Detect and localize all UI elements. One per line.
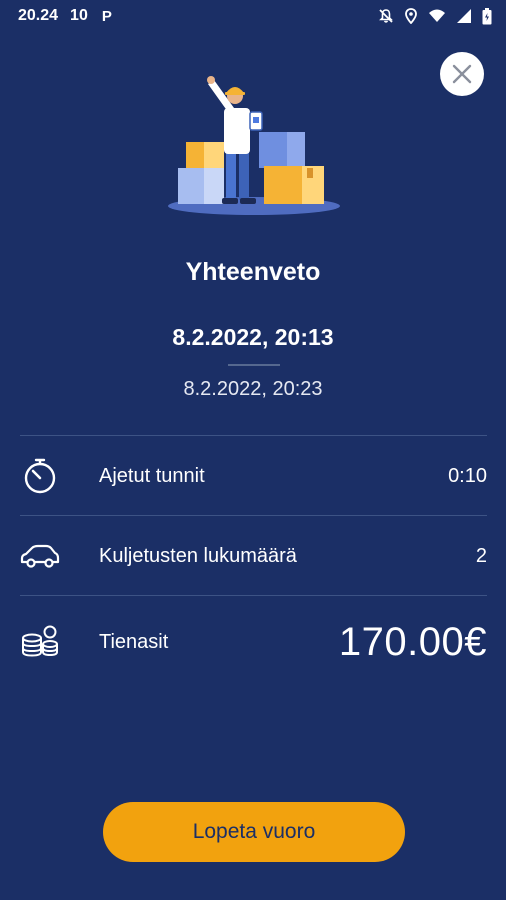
close-button[interactable] (440, 52, 484, 96)
worker-boxes-illustration (164, 68, 344, 218)
time-divider (228, 364, 280, 366)
earnings-label: Tienasit (99, 630, 169, 653)
hours-driven-label: Ajetut tunnit (99, 464, 205, 487)
divider (20, 515, 487, 516)
delivery-count-label: Kuljetusten lukumäärä (99, 544, 297, 567)
location-icon (404, 8, 418, 24)
stopwatch-icon (20, 456, 60, 496)
close-icon (452, 64, 472, 84)
notification-count: 10 (70, 7, 88, 24)
page-title: Yhteenveto (185, 258, 321, 286)
status-time: 20.24 (18, 7, 59, 24)
divider (20, 595, 487, 596)
battery-icon (482, 7, 492, 25)
shift-start-time: 8.2.2022, 20:13 (172, 324, 334, 350)
bell-off-icon (378, 8, 394, 24)
delivery-count-row: Kuljetusten lukumäärä 2 (0, 526, 506, 586)
coins-icon (20, 622, 60, 662)
hours-driven-value: 0:10 (448, 464, 487, 487)
wifi-icon (428, 8, 446, 24)
p-icon: P (101, 7, 112, 25)
status-bar-left: 20.24 10 P (18, 7, 114, 25)
hours-driven-row: Ajetut tunnit 0:10 (0, 446, 506, 506)
status-bar: 20.24 10 P (0, 0, 506, 32)
divider (20, 435, 487, 436)
car-icon (20, 536, 60, 576)
delivery-count-value: 2 (475, 544, 487, 567)
status-bar-right (378, 7, 492, 25)
end-shift-button[interactable]: Lopeta vuoro (103, 802, 405, 862)
shift-summary-screen: 20.24 10 P Yhteenveto 8.2.2022, 20:13 8.… (0, 0, 506, 900)
shift-end-time: 8.2.2022, 20:23 (183, 378, 323, 400)
earnings-row: Tienasit 170.00€ (0, 612, 506, 672)
earnings-value: 170.00€ (338, 619, 487, 664)
signal-icon (456, 8, 472, 24)
